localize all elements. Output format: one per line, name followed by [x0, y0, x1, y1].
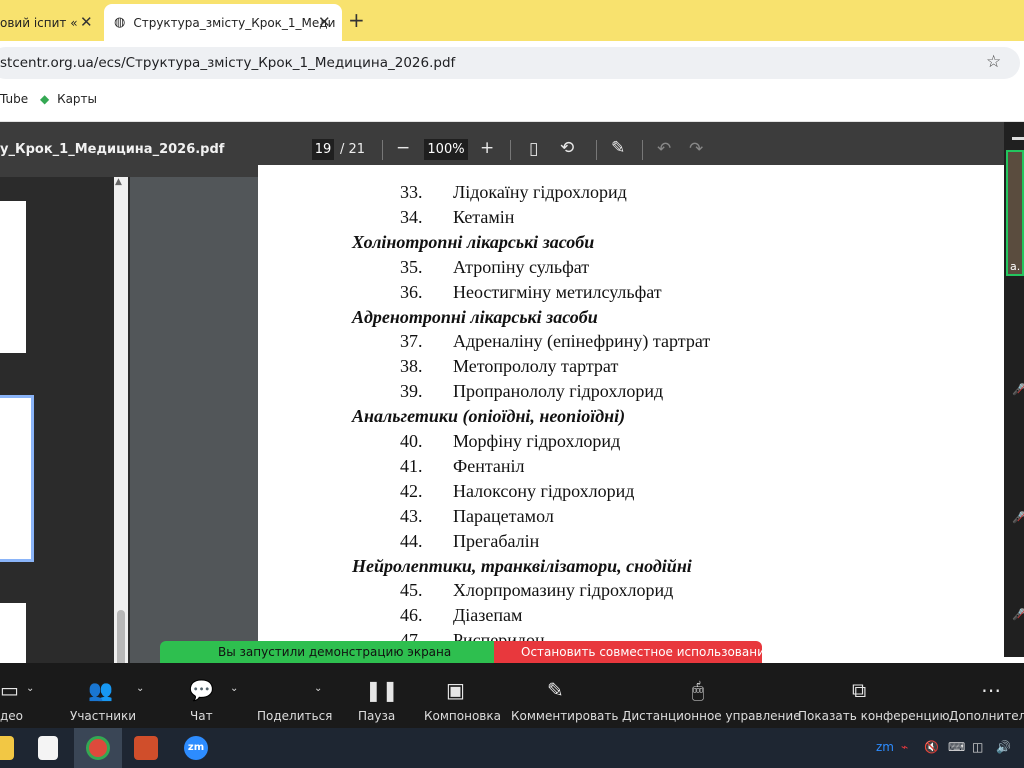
- strip-handle[interactable]: [1012, 137, 1024, 140]
- video-tile[interactable]: a.: [1006, 150, 1024, 276]
- chat-button-label[interactable]: Чат: [190, 709, 213, 723]
- speaker-tray-icon[interactable]: 🔊: [996, 740, 1011, 754]
- list-item-text: Хлорпромазину гідрохлорид: [453, 580, 674, 600]
- chrome-icon[interactable]: [86, 736, 110, 760]
- acrobat-tray-icon[interactable]: ⌁: [901, 740, 908, 754]
- video-camera-icon[interactable]: ▭: [0, 678, 19, 702]
- layout-button-label[interactable]: Компоновка: [424, 709, 501, 723]
- video-tile-label: a.: [1010, 260, 1021, 273]
- chevron-down-icon[interactable]: ⌄: [314, 683, 322, 694]
- chevron-down-icon[interactable]: ⌄: [26, 683, 34, 694]
- show-conference-icon[interactable]: ⧉: [852, 678, 866, 702]
- list-item-number: 44.: [400, 531, 423, 551]
- volume-tray-icon[interactable]: ◫: [972, 740, 983, 754]
- chat-icon[interactable]: 💬: [189, 678, 214, 702]
- mouse-icon[interactable]: 🖱: [692, 678, 704, 702]
- section-heading: Анальгетики (опіоїдні, неопіоїдні): [352, 406, 626, 426]
- list-item-text: Кетамін: [453, 207, 515, 227]
- list-item-number: 37.: [400, 331, 423, 351]
- list-item-number: 33.: [400, 182, 423, 202]
- remote-control-button-label[interactable]: Дистанционное управление: [622, 709, 801, 723]
- list-item-number: 41.: [400, 456, 423, 476]
- list-item-text: Адреналіну (епінефрину) тартрат: [453, 331, 711, 351]
- list-item-number: 46.: [400, 605, 423, 625]
- annotate-button-label[interactable]: Комментировать: [511, 709, 618, 723]
- document-icon[interactable]: [38, 736, 58, 760]
- zoom-app-icon[interactable]: zm: [184, 736, 208, 760]
- share-button-label[interactable]: Поделиться: [257, 709, 332, 723]
- list-item-number: 45.: [400, 580, 423, 600]
- list-item-number: 38.: [400, 356, 423, 376]
- powerpoint-icon[interactable]: [134, 736, 158, 760]
- list-item-text: Діазепам: [453, 605, 523, 625]
- list-item-text: Фентаніл: [453, 456, 525, 476]
- list-item-text: Парацетамол: [453, 506, 554, 526]
- mic-muted-icon: 🎤̸: [1012, 511, 1024, 524]
- chevron-down-icon[interactable]: ⌄: [230, 683, 238, 694]
- network-tray-icon[interactable]: ⌨: [948, 740, 965, 754]
- list-item-text: Налоксону гідрохлорид: [453, 481, 635, 501]
- more-icon[interactable]: ⋯: [981, 678, 1001, 702]
- section-heading: Холінотропні лікарські засоби: [352, 232, 595, 252]
- annotate-icon[interactable]: ✎: [547, 678, 564, 702]
- list-item-number: 34.: [400, 207, 423, 227]
- section-heading: Нейролептики, транквілізатори, снодійні: [352, 556, 692, 576]
- list-item-number: 35.: [400, 257, 423, 277]
- list-item-text: Неостигміну метилсульфат: [453, 282, 662, 302]
- list-item-number: 36.: [400, 282, 423, 302]
- pause-button-label[interactable]: Пауза: [358, 709, 395, 723]
- list-item-number: 40.: [400, 431, 423, 451]
- more-button-label[interactable]: Дополнитель: [949, 709, 1024, 723]
- section-heading: Адренотропні лікарські засоби: [352, 307, 598, 327]
- list-item-text: Пропранололу гідрохлорид: [453, 381, 664, 401]
- file-explorer-icon[interactable]: [0, 736, 14, 760]
- zoom-tray-icon[interactable]: zm: [876, 740, 894, 754]
- list-item-number: 42.: [400, 481, 423, 501]
- video-button-label[interactable]: део: [0, 709, 23, 723]
- share-status-text: Вы запустили демонстрацию экрана: [218, 645, 452, 659]
- list-item-text: Атропіну сульфат: [453, 257, 590, 277]
- list-item-number: 43.: [400, 506, 423, 526]
- stop-share-label: Остановить совместное использование: [521, 645, 773, 659]
- list-item-text: Лідокаїну гідрохлорид: [453, 182, 627, 202]
- layout-icon[interactable]: ▣: [446, 678, 465, 702]
- mic-muted-icon: 🎤̸: [1012, 383, 1024, 396]
- participants-button-label[interactable]: Участники: [70, 709, 136, 723]
- list-item-number: 39.: [400, 381, 423, 401]
- list-item-text: Прегабалін: [453, 531, 540, 551]
- show-conference-button-label[interactable]: Показать конференцию: [798, 709, 950, 723]
- mute-tray-icon[interactable]: 🔇: [924, 740, 939, 754]
- pause-icon[interactable]: ❚❚: [365, 678, 399, 702]
- participants-icon[interactable]: 👥: [88, 678, 113, 702]
- mic-muted-icon: 🎤̸: [1012, 608, 1024, 621]
- list-item-text: Метопрололу тартрат: [453, 356, 619, 376]
- list-item-text: Морфіну гідрохлорид: [453, 431, 621, 451]
- chevron-down-icon[interactable]: ⌄: [136, 683, 144, 694]
